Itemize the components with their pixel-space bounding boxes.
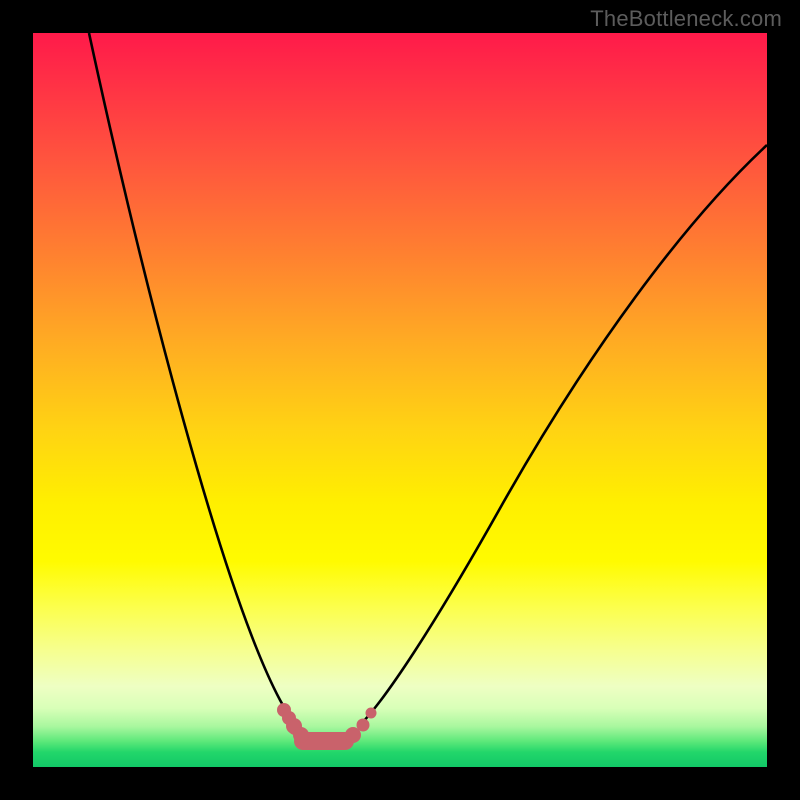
chart-container: TheBottleneck.com (0, 0, 800, 800)
right-curve (358, 145, 767, 727)
trough-marker (277, 703, 377, 750)
watermark-text: TheBottleneck.com (590, 6, 782, 32)
curve-overlay (33, 33, 767, 767)
left-curve (89, 33, 305, 733)
plot-area (33, 33, 767, 767)
